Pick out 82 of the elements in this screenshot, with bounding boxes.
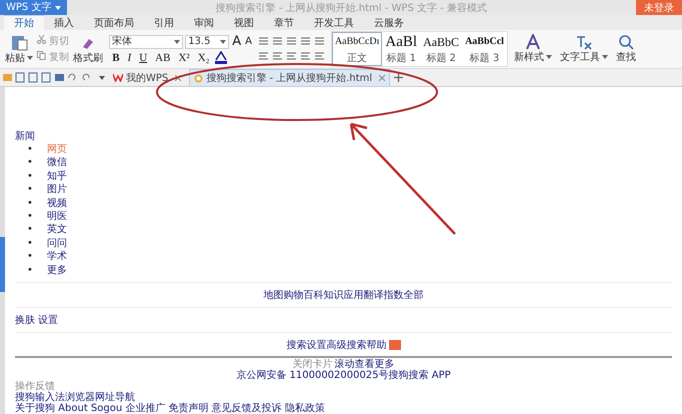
menu-tab[interactable]: 视图 — [224, 15, 264, 30]
caret-icon — [602, 55, 608, 59]
shrink-font-button[interactable]: A — [244, 36, 253, 47]
style-option[interactable]: AaBl 标题 1 — [382, 32, 420, 66]
new-style-button[interactable]: 新样式 — [512, 34, 554, 64]
bullet: • — [27, 210, 34, 224]
nav-link[interactable]: 更多 — [47, 264, 67, 276]
caret-icon — [174, 40, 180, 44]
format-button[interactable]: B — [109, 52, 123, 64]
format-button[interactable]: X² — [175, 52, 193, 64]
menu-tab[interactable]: 开发工具 — [304, 15, 364, 30]
license-text: 京公网安备 11000002000025号搜狗搜索 APP — [236, 370, 451, 381]
wps-logo-icon — [113, 73, 123, 82]
nav-link[interactable]: 学术 — [47, 251, 67, 262]
font-dropdown[interactable]: 宋体 — [109, 34, 184, 48]
letter-a-icon — [524, 34, 542, 50]
bullet: • — [27, 156, 34, 170]
nav-links[interactable]: 搜狗输入法浏览器网址导航 — [15, 392, 135, 403]
search-links[interactable]: 搜索设置高级搜索帮助 — [286, 338, 386, 352]
format-painter-button[interactable]: 格式刷 — [71, 33, 106, 65]
close-icon[interactable] — [379, 75, 386, 81]
tab-label: 我的WPS — [126, 72, 168, 84]
footer-links[interactable]: 关于搜狗 About Sogou 企业推广 免责声明 意见反馈及投诉 隐私政策 — [15, 402, 325, 414]
format-button[interactable]: AB — [152, 52, 174, 64]
nav-link[interactable]: 问问 — [47, 238, 67, 249]
clipboard-icon — [10, 33, 28, 51]
skin-settings-link[interactable]: 换肤 设置 — [15, 312, 672, 327]
document-tab[interactable]: 搜狗搜索引擎 - 上网从搜狗开始.html — [189, 69, 390, 86]
caret-icon — [546, 55, 552, 59]
menu-tab[interactable]: 引用 — [144, 15, 184, 30]
caret-icon[interactable] — [99, 76, 105, 80]
menu-tab[interactable]: 章节 — [264, 15, 304, 30]
nav-link[interactable]: 明医 — [47, 210, 67, 222]
app-menu-button[interactable]: WPS 文字 — [0, 0, 67, 15]
tab-label: 搜狗搜索引擎 - 上网从搜狗开始.html — [206, 72, 372, 85]
bullet: • — [27, 223, 34, 237]
caret-icon — [220, 40, 226, 44]
nav-link[interactable]: 视频 — [47, 198, 67, 209]
style-option[interactable]: AaBbC 标题 2 — [420, 32, 462, 66]
menu-tab[interactable]: 插入 — [44, 15, 84, 30]
bullet: • — [27, 143, 34, 156]
nav-link[interactable]: 图片 — [47, 184, 67, 196]
document-tab[interactable]: 我的WPS — [109, 70, 186, 86]
close-card-text: 关闭卡片 — [292, 358, 332, 370]
bullet: • — [27, 183, 34, 197]
grow-font-button[interactable]: A — [231, 34, 242, 49]
scroll-more-link[interactable]: 滚动查看更多 — [334, 358, 394, 370]
text-tool-icon — [574, 34, 593, 50]
bullet: • — [27, 264, 34, 277]
format-button[interactable]: X₂ — [194, 52, 212, 64]
bullet: • — [27, 170, 34, 184]
more-links[interactable]: 地图购物百科知识应用翻译指数全部 — [264, 288, 424, 302]
copy-icon — [37, 51, 46, 60]
feedback-text: 操作反馈 — [15, 380, 55, 392]
bullet: • — [27, 196, 34, 210]
scissors-icon — [37, 35, 46, 44]
bullet: • — [27, 236, 34, 250]
font-size-dropdown[interactable]: 13.5 — [185, 34, 230, 48]
menu-tab[interactable]: 审阅 — [184, 15, 224, 30]
paste-button[interactable]: 粘贴 — [3, 33, 35, 65]
text-tools-button[interactable]: 文字工具 — [558, 34, 610, 64]
window-title: 搜狗搜索引擎 - 上网从搜狗开始.html - WPS 文字 - 兼容模式 — [214, 2, 488, 14]
nav-link[interactable]: 知乎 — [47, 170, 67, 182]
format-button[interactable]: I — [124, 52, 134, 64]
find-button[interactable]: 查找 — [614, 34, 638, 64]
new-tab-button[interactable] — [394, 73, 404, 82]
caret-icon — [54, 6, 61, 10]
nav-link[interactable]: 英文 — [47, 224, 67, 236]
menu-tab[interactable]: 开始 — [4, 15, 44, 30]
style-option[interactable]: AaBbCcDı 正文 — [332, 32, 382, 66]
close-icon[interactable] — [175, 74, 182, 80]
format-button[interactable]: U — [136, 52, 150, 64]
feedback-badge[interactable] — [388, 340, 400, 350]
news-link[interactable]: 新闻 — [15, 129, 672, 143]
bullet: • — [27, 250, 34, 264]
search-icon — [618, 34, 634, 50]
style-option[interactable]: AaBbCcl 标题 3 — [462, 32, 507, 66]
caret-icon — [27, 56, 33, 60]
menu-tab[interactable]: 云服务 — [364, 15, 414, 30]
menu-tab[interactable]: 页面布局 — [84, 15, 144, 30]
font-color-icon — [214, 51, 228, 64]
nav-link[interactable]: 微信 — [47, 157, 67, 168]
